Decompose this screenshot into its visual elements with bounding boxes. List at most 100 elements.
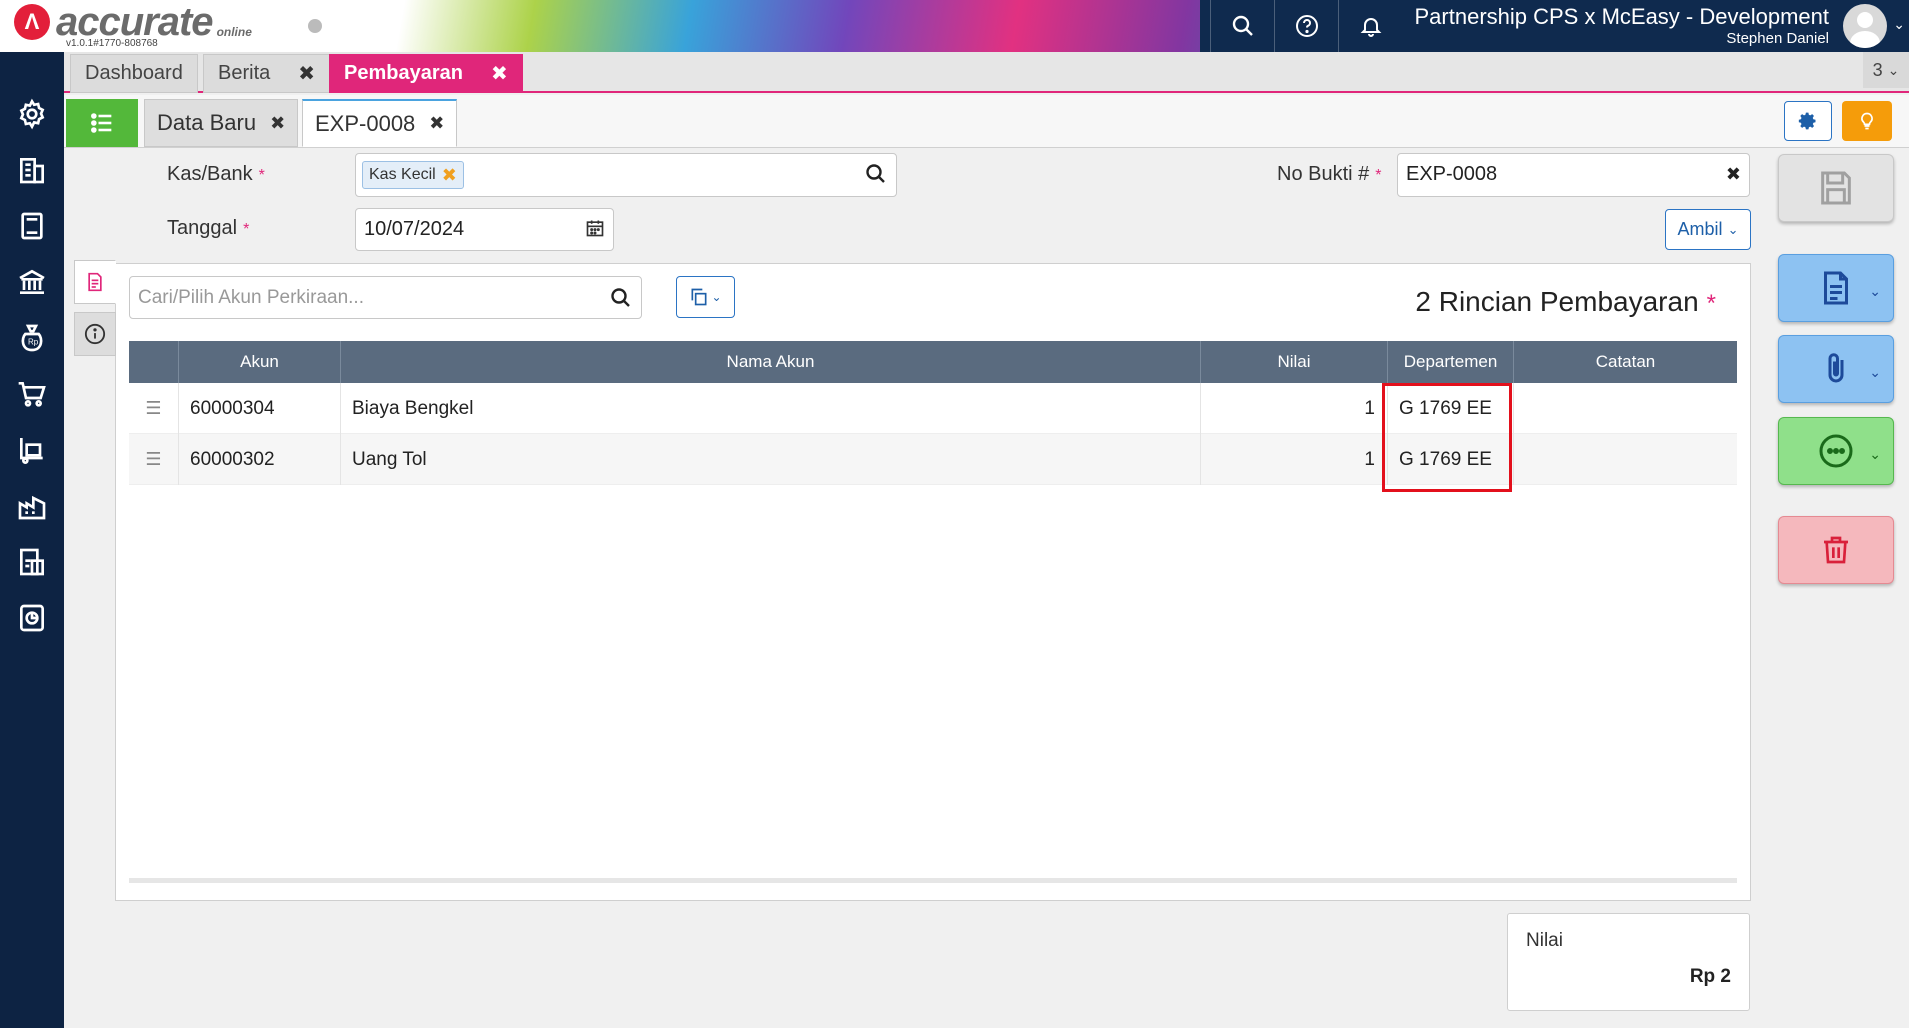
- close-icon[interactable]: ✖: [270, 113, 285, 134]
- search-icon[interactable]: [864, 162, 888, 186]
- chevron-down-icon: ⌄: [1869, 446, 1881, 462]
- sidebar-item-payment[interactable]: Rp: [0, 310, 64, 366]
- kas-bank-field[interactable]: Kas Kecil ✖: [355, 153, 897, 197]
- attachment-button[interactable]: ⌄: [1778, 335, 1894, 403]
- tab-overflow-count[interactable]: 3 ⌄: [1863, 52, 1909, 88]
- chevron-down-icon: ⌄: [711, 290, 722, 304]
- close-icon[interactable]: ✖: [491, 61, 508, 86]
- tab-label: Data Baru: [157, 110, 257, 135]
- tab-data-baru[interactable]: Data Baru ✖: [144, 99, 299, 147]
- info-icon: [84, 323, 106, 345]
- cell-akun: 60000302: [179, 434, 341, 485]
- tab-label: Berita: [218, 62, 271, 84]
- sidebar-item-report[interactable]: [0, 590, 64, 646]
- column-header-nama-akun[interactable]: Nama Akun: [341, 341, 1201, 383]
- tanggal-value: 10/07/2024: [364, 218, 465, 240]
- company-name: Partnership CPS x McEasy - Development: [1414, 4, 1830, 29]
- logo-sub: online: [216, 25, 252, 39]
- column-header-nilai[interactable]: Nilai: [1201, 341, 1388, 383]
- lightbulb-icon: [1861, 112, 1873, 130]
- app-logo[interactable]: Λ accurate online: [14, 2, 252, 42]
- column-header-catatan[interactable]: Catatan: [1514, 341, 1737, 383]
- factory-icon: [18, 495, 46, 520]
- cell-nama-akun: Biaya Bengkel: [341, 383, 1201, 434]
- bell-icon: [1360, 18, 1381, 37]
- more-actions-button[interactable]: ⌄: [1778, 417, 1894, 485]
- chevron-down-icon[interactable]: ⌄: [1893, 16, 1905, 33]
- required-mark: *: [1706, 290, 1716, 317]
- summary-value: Rp 2: [1689, 966, 1731, 987]
- top-header: Λ accurate online v1.0.1#1770-808768 Par…: [0, 0, 1909, 52]
- tanggal-field[interactable]: 10/07/2024: [355, 208, 614, 251]
- company-info[interactable]: Partnership CPS x McEasy - Development S…: [1415, 4, 1830, 47]
- no-bukti-label: No Bukti # *: [1277, 163, 1382, 186]
- module-tabs: Dashboard Berita ✖ Pembayaran ✖ 3 ⌄: [64, 52, 1909, 93]
- money-bag-icon: Rp: [21, 324, 43, 352]
- ambil-label: Ambil: [1677, 219, 1723, 239]
- sidebar-item-settings[interactable]: [0, 86, 64, 142]
- save-button[interactable]: [1778, 154, 1894, 222]
- remove-chip-icon[interactable]: ✖: [442, 165, 457, 186]
- chevron-down-icon: ⌄: [1869, 364, 1881, 380]
- print-document-button[interactable]: ⌄: [1778, 254, 1894, 322]
- column-header-departemen[interactable]: Departemen: [1388, 341, 1514, 383]
- save-icon: [1821, 171, 1851, 205]
- horizontal-scrollbar[interactable]: [129, 878, 1737, 883]
- kas-bank-label-text: Kas/Bank: [167, 163, 253, 185]
- svg-text:Rp: Rp: [28, 338, 39, 347]
- sidebar-item-purchase[interactable]: [0, 366, 64, 422]
- tips-button[interactable]: [1842, 101, 1892, 141]
- sidebar-item-tax[interactable]: [0, 534, 64, 590]
- drag-handle-icon[interactable]: ☰: [129, 434, 179, 485]
- sidebar-item-ledger[interactable]: [0, 198, 64, 254]
- search-icon[interactable]: [609, 286, 633, 310]
- building-icon: [20, 158, 44, 184]
- sidebar-item-bank[interactable]: [0, 254, 64, 310]
- header-help-button[interactable]: [1274, 0, 1338, 52]
- tab-exp-0008[interactable]: EXP-0008 ✖: [302, 99, 458, 147]
- tab-dashboard[interactable]: Dashboard: [70, 54, 198, 93]
- account-search-input[interactable]: Cari/Pilih Akun Perkiraan...: [129, 276, 642, 319]
- sidebar-item-delivery[interactable]: [0, 422, 64, 478]
- tab-info[interactable]: [74, 312, 116, 356]
- tab-pembayaran[interactable]: Pembayaran ✖: [329, 54, 523, 93]
- close-icon[interactable]: ✖: [298, 61, 315, 86]
- paperclip-icon: [1828, 353, 1844, 383]
- avatar[interactable]: [1843, 4, 1887, 48]
- tab-berita[interactable]: Berita ✖: [203, 54, 331, 93]
- column-header-akun[interactable]: Akun: [179, 341, 341, 383]
- column-drag: [129, 341, 179, 383]
- summary-label: Nilai: [1526, 930, 1563, 951]
- no-bukti-label-text: No Bukti #: [1277, 163, 1370, 185]
- logo-badge-icon: Λ: [14, 4, 50, 40]
- cell-akun: 60000304: [179, 383, 341, 434]
- drag-handle-icon[interactable]: ☰: [129, 383, 179, 434]
- header-notification-button[interactable]: [1338, 0, 1402, 52]
- cell-catatan: [1514, 434, 1737, 485]
- list-view-button[interactable]: [66, 99, 138, 147]
- tab-detail[interactable]: [74, 260, 116, 304]
- no-bukti-value: EXP-0008: [1406, 163, 1498, 185]
- clear-icon[interactable]: ✖: [1726, 164, 1741, 185]
- cell-nilai: 1: [1201, 434, 1388, 485]
- tanggal-label-text: Tanggal: [167, 217, 238, 239]
- settings-button[interactable]: [1784, 101, 1832, 141]
- copy-dropdown-button[interactable]: ⌄: [676, 276, 735, 318]
- hand-truck-icon: [20, 438, 43, 464]
- delete-button[interactable]: [1778, 516, 1894, 584]
- no-bukti-field[interactable]: EXP-0008 ✖: [1397, 153, 1750, 197]
- kas-bank-chip-label: Kas Kecil: [369, 166, 436, 183]
- app-version: v1.0.1#1770-808768: [66, 38, 158, 49]
- chevron-down-icon: ⌄: [1869, 283, 1881, 299]
- search-icon: [1232, 15, 1253, 36]
- sidebar-item-company[interactable]: [0, 142, 64, 198]
- document-icon: [1824, 271, 1848, 305]
- report-chart-icon: [20, 604, 44, 632]
- header-search-button[interactable]: [1210, 0, 1274, 52]
- kas-bank-chip: Kas Kecil ✖: [362, 161, 464, 189]
- calendar-icon[interactable]: [585, 217, 605, 239]
- cell-nilai: 1: [1201, 383, 1388, 434]
- ambil-button[interactable]: Ambil ⌄: [1665, 209, 1751, 250]
- sidebar-item-inventory[interactable]: [0, 478, 64, 534]
- close-icon[interactable]: ✖: [429, 113, 444, 134]
